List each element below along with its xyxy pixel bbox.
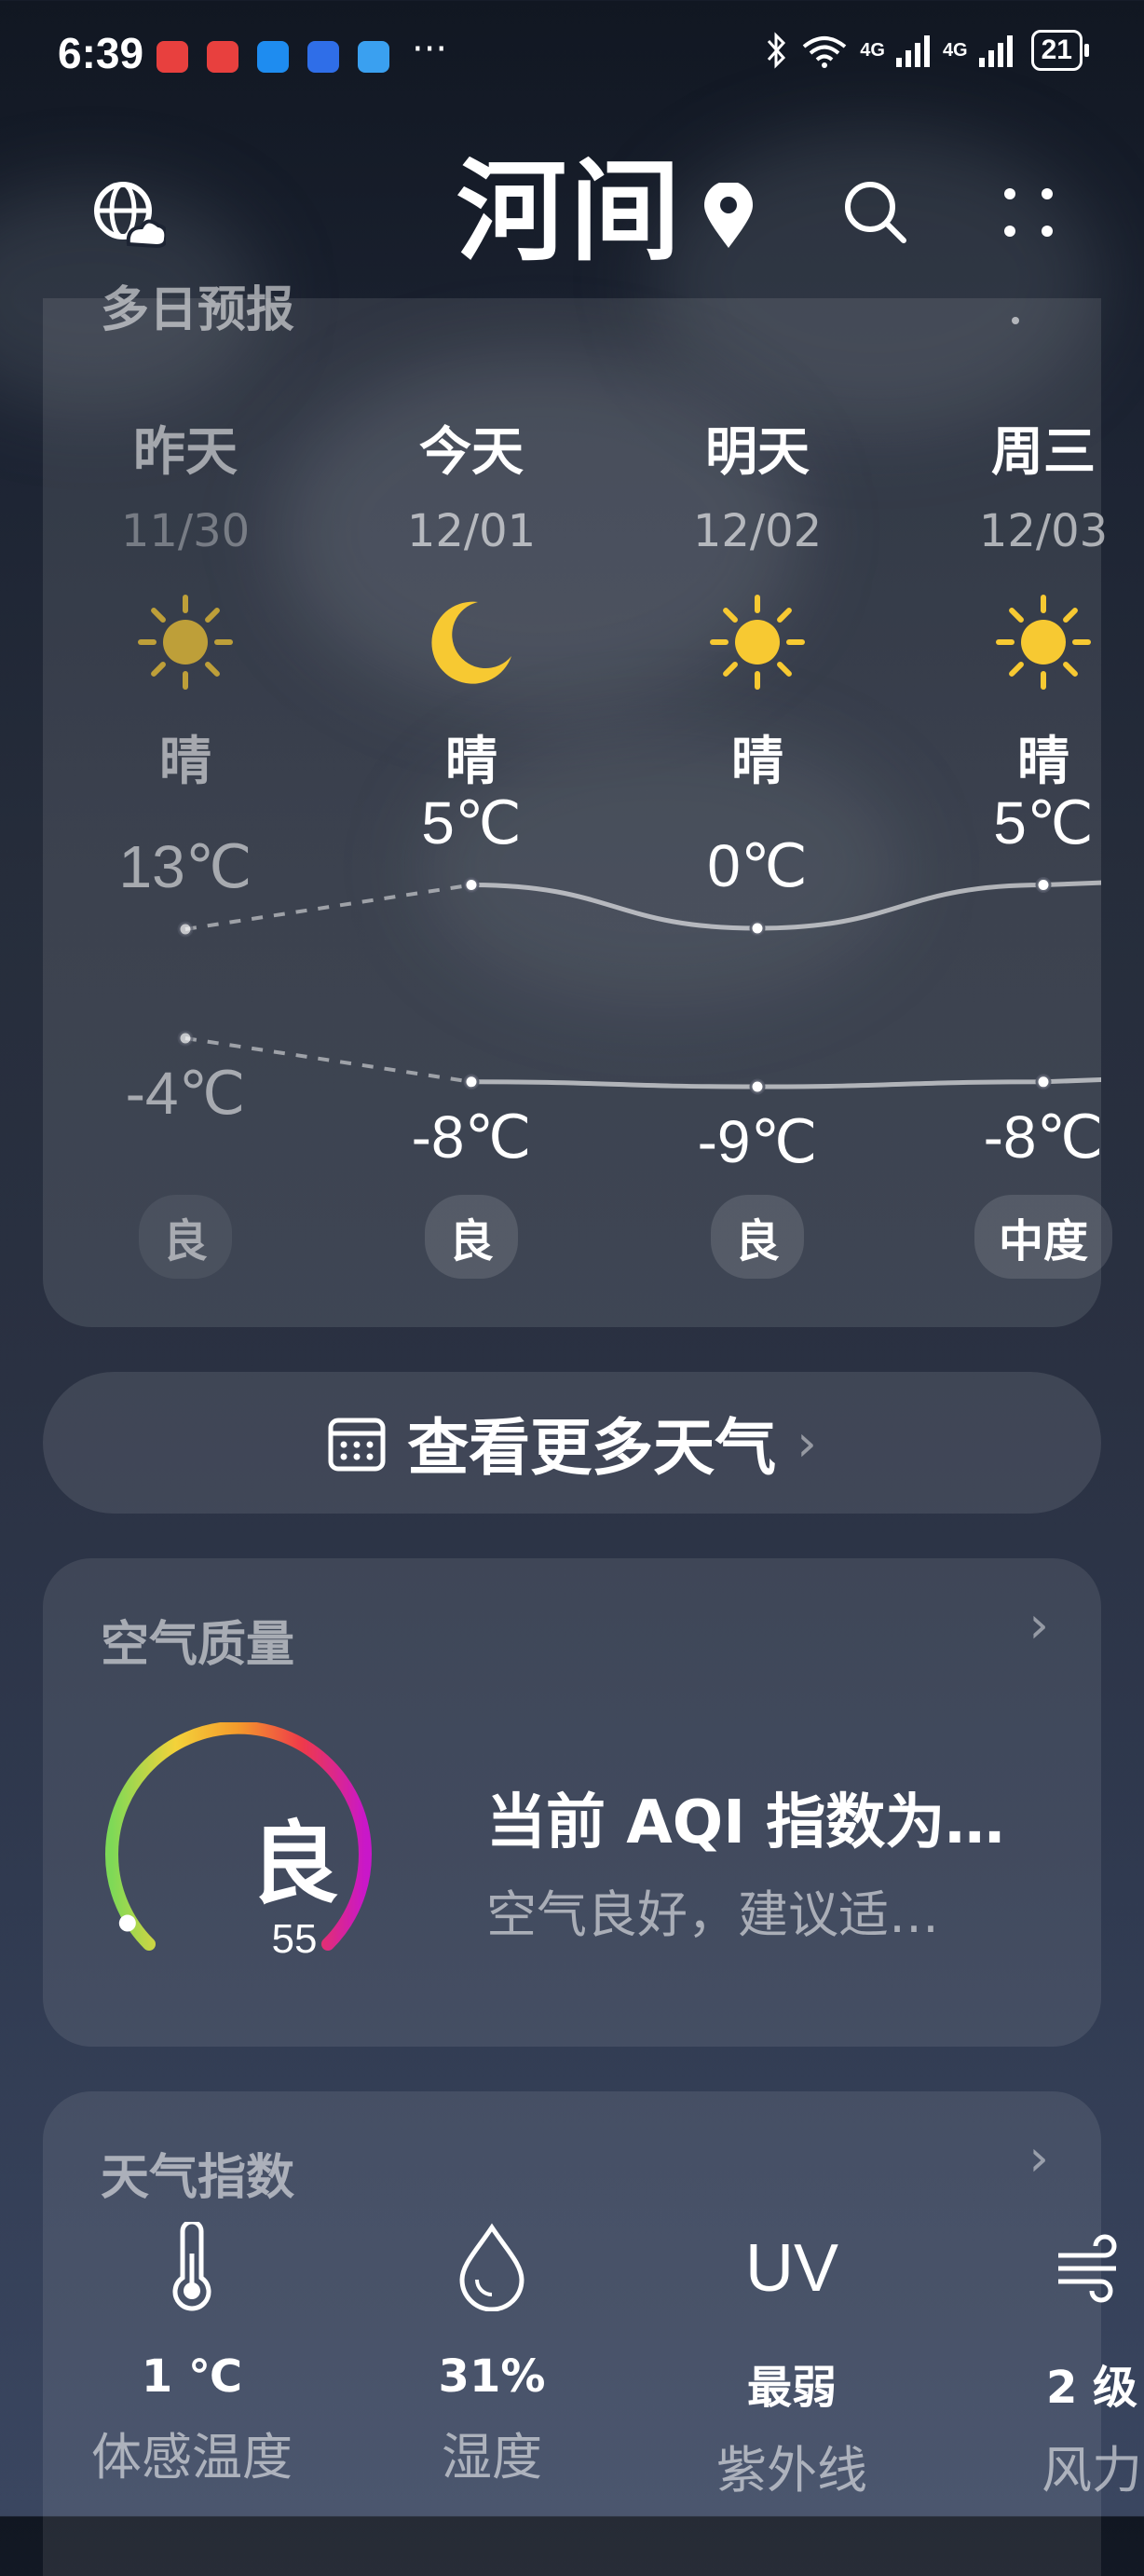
index-value: 1 ℃ [141,2350,243,2403]
index-value: 最弱 [746,2362,837,2414]
day-date: 11/30 [120,505,251,557]
chevron-right-icon: › [797,1413,817,1473]
high-temp-line-point [1035,877,1052,893]
index-label: 紫外线 [716,2441,867,2500]
weather-index-card[interactable]: 天气指数 › 1 ℃ 体感温度 31% 湿度 UV 最弱紫外线 2 级风力 [43,2091,1142,2576]
city-name[interactable]: 河间 [456,157,684,267]
low-temp-line-point [177,1030,194,1047]
wind-icon [952,2222,1144,2324]
sun-icon [46,591,325,697]
high-temp-line-point [463,877,480,893]
weather-index-item[interactable]: 2 级风力 [952,2222,1144,2502]
status-icons: 4G 4G 21 [763,30,1090,71]
wifi-icon [802,36,847,68]
aqi-description: 空气良好，建议适… [486,1885,939,1944]
low-temp: -4℃ [125,1060,246,1127]
aqi-pill: 良 [332,1195,611,1279]
aqi-pill-label: 良 [424,1195,518,1279]
index-value: 31% [438,2350,546,2403]
low-temp-line-point [463,1074,480,1090]
weather-index-item[interactable]: 1 ℃ 体感温度 [52,2219,332,2489]
moon-icon [332,591,611,697]
more-weather-button[interactable]: 查看更多天气 › [43,1372,1101,1514]
day-date: 12/03 [978,505,1109,557]
index-label: 风力 [1042,2441,1142,2500]
low-temp: -8℃ [411,1103,532,1171]
more-weather-label: 查看更多天气 [407,1412,777,1484]
index-label: 湿度 [442,2428,542,2487]
day-name: 今天 [419,422,524,483]
index-value: 2 级 [1045,2362,1138,2414]
aqi-pill-label: 中度 [974,1195,1112,1279]
network-type: 4G [860,39,885,61]
globe-cloud-icon[interactable] [91,179,166,253]
high-temp-line-point [749,920,766,937]
app-notification-icon [207,41,238,73]
low-temp: -8℃ [983,1103,1104,1171]
condition-text: 晴 [1017,732,1069,792]
low-temp-line-point [749,1078,766,1095]
day-name: 明天 [705,422,810,483]
index-label: 体感温度 [91,2428,293,2487]
aqi-pill-label: 良 [138,1195,232,1279]
more-icon[interactable] [1001,185,1056,240]
day-date: 12/02 [692,505,823,557]
calendar-icon [328,1418,386,1472]
app-notification-icon [358,41,389,73]
high-temp: 13℃ [118,833,252,900]
chevron-right-icon[interactable]: › [1028,2129,1049,2187]
chevron-right-icon[interactable]: › [1028,1596,1049,1654]
high-temp: 0℃ [707,832,808,899]
message-notification-icon [257,41,289,73]
app-notification-icon [157,41,188,73]
air-quality-card[interactable]: 空气质量 › 良 55 当前 AQI 指数为… 空气良好，建议适… [43,1558,1101,2047]
aqi-pill-label: 良 [710,1195,804,1279]
weather-index-item[interactable]: UV 最弱紫外线 [652,2222,932,2502]
day-name: 周三 [991,422,1096,483]
aqi-level: 良 [250,1812,339,1916]
location-pin-icon [704,183,753,248]
weather-index-item[interactable]: 31% 湿度 [352,2222,632,2489]
high-temp-line-point [177,921,194,938]
app-notification-icon [307,41,339,73]
uv-icon: UV [744,2231,839,2306]
low-temp-line-point [1035,1074,1052,1090]
condition-text: 晴 [159,732,211,792]
search-icon[interactable] [842,179,909,246]
battery-indicator: 21 [1030,30,1090,71]
status-time: 6:39 [58,29,144,77]
aqi-pill: 中度 [904,1195,1144,1279]
sun-icon [904,591,1144,697]
condition-text: 晴 [445,732,497,792]
bluetooth-icon [768,32,786,69]
day-date: 12/01 [406,505,537,557]
signal-icon [978,35,1013,67]
aqi-value: 55 [271,1916,318,1962]
day-name: 昨天 [133,422,238,483]
thermometer-icon [52,2219,332,2324]
sun-icon [618,591,897,697]
high-temp: 5℃ [993,788,1094,856]
condition-text: 晴 [731,732,783,792]
droplet-icon [352,2222,632,2324]
low-temp-line [470,1076,1101,1089]
more-notifications-icon: ··· [412,28,448,71]
card-heading: 天气指数 [101,2150,295,2206]
aqi-pill: 良 [618,1195,897,1279]
low-temp: -9℃ [697,1108,818,1175]
aqi-title: 当前 AQI 指数为… [486,1788,1005,1857]
multi-day-forecast-card[interactable]: 多日预报 昨天 11/30 晴良今天 12/01 晴良明天 12/02 晴良周三 12/… [43,282,1112,1327]
aqi-pill: 良 [46,1195,325,1279]
card-heading: 空气质量 [101,1617,295,1673]
signal-icon [895,35,930,67]
high-temp: 5℃ [421,788,522,856]
network-type: 4G [942,39,968,61]
